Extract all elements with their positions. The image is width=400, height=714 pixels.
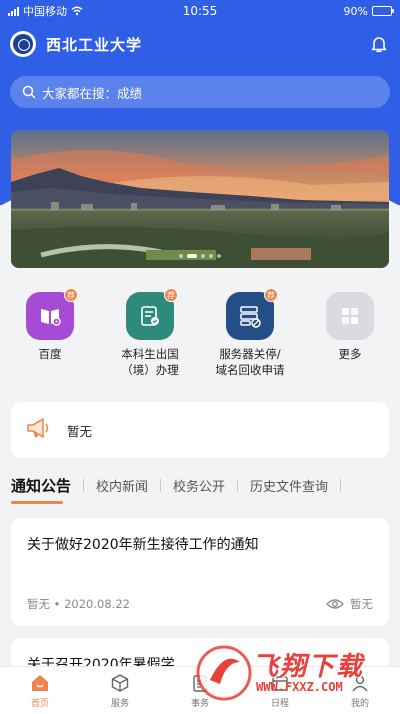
carousel-indicator — [11, 254, 389, 258]
watermark-logo-icon — [196, 645, 252, 701]
announcement-text: 暂无 — [67, 423, 93, 439]
carousel-dot[interactable] — [187, 254, 197, 258]
battery-percent: 90% — [343, 4, 368, 18]
service-item-more[interactable]: 更多 — [300, 292, 400, 378]
watermark-url: WWW.FXXZ.COM — [256, 680, 343, 694]
signal-icon — [8, 6, 19, 16]
cube-icon — [109, 672, 131, 694]
recommend-badge: 荐 — [264, 288, 278, 302]
service-label: 更多 — [338, 347, 362, 361]
carrier-name: 中国移动 — [23, 5, 67, 18]
service-grid: 荐 百度 荐 本科生出国 （境）办理 荐 服务器关停/ 域名回收申请 更多 — [0, 288, 400, 378]
article-card[interactable]: 关于做好2020年新生接待工作的通知 暂无 • 2020.08.22 暂无 — [11, 518, 389, 626]
article-meta: 暂无 • 2020.08.22 暂无 — [27, 596, 373, 612]
article-title: 关于做好2020年新生接待工作的通知 — [27, 537, 259, 553]
eye-icon — [326, 598, 344, 610]
tab-divider — [237, 478, 239, 492]
nav-label: 服务 — [110, 699, 129, 709]
article-date: 暂无 • 2020.08.22 — [27, 597, 130, 611]
battery-icon — [372, 6, 394, 16]
nav-label: 首页 — [30, 699, 49, 709]
tab-divider — [340, 478, 342, 492]
announcement-bar[interactable]: 暂无 — [11, 402, 389, 458]
service-item-server-shutdown[interactable]: 荐 服务器关停/ 域名回收申请 — [200, 288, 300, 378]
book-gear-icon: 荐 — [26, 288, 78, 340]
tab-affairs[interactable]: 校务公开 — [173, 476, 225, 503]
tab-divider — [160, 478, 162, 492]
carousel-dot[interactable] — [209, 254, 213, 258]
service-label: 百度 — [38, 347, 62, 361]
search-input[interactable]: 大家都在搜：成绩 — [10, 76, 390, 108]
carousel-dot[interactable] — [201, 254, 205, 258]
banner-image — [11, 130, 389, 268]
nav-home[interactable]: 首页 — [0, 667, 80, 714]
grid-icon — [326, 292, 374, 340]
university-logo — [10, 31, 36, 57]
news-tabs: 通知公告 校内新闻 校务公开 历史文件查询 — [11, 472, 400, 506]
watermark: 飞翔下载 WWW.FXXZ.COM — [194, 640, 394, 710]
megaphone-icon — [25, 415, 53, 445]
page-title: 西北工业大学 — [46, 35, 143, 54]
carousel-dot[interactable] — [217, 254, 221, 258]
tab-divider — [83, 478, 85, 492]
search-icon — [22, 85, 36, 99]
app-header: 西北工业大学 — [10, 30, 390, 58]
tab-campus-news[interactable]: 校内新闻 — [96, 476, 148, 503]
document-stamp-icon: 荐 — [126, 288, 178, 340]
banner-carousel[interactable] — [11, 130, 389, 268]
carousel-dot[interactable] — [179, 254, 183, 258]
bell-icon[interactable] — [368, 33, 390, 55]
service-label: 服务器关停/ 域名回收申请 — [215, 347, 285, 377]
article-views: 暂无 — [350, 597, 373, 611]
nav-services[interactable]: 服务 — [80, 667, 160, 714]
service-label: 本科生出国 （境）办理 — [121, 347, 179, 377]
service-item-baidu[interactable]: 荐 百度 — [0, 288, 100, 378]
home-icon — [29, 672, 51, 694]
recommend-badge: 荐 — [164, 288, 178, 302]
wifi-icon — [71, 6, 83, 16]
search-placeholder: 大家都在搜：成绩 — [42, 85, 143, 101]
service-item-study-abroad[interactable]: 荐 本科生出国 （境）办理 — [100, 288, 200, 378]
status-bar: 中国移动 10:55 90% — [0, 0, 400, 22]
recommend-badge: 荐 — [64, 288, 78, 302]
watermark-text: 飞翔下载 — [252, 652, 365, 682]
tab-notices[interactable]: 通知公告 — [11, 475, 71, 504]
server-block-icon: 荐 — [226, 288, 278, 340]
tab-history-files[interactable]: 历史文件查询 — [250, 476, 328, 503]
